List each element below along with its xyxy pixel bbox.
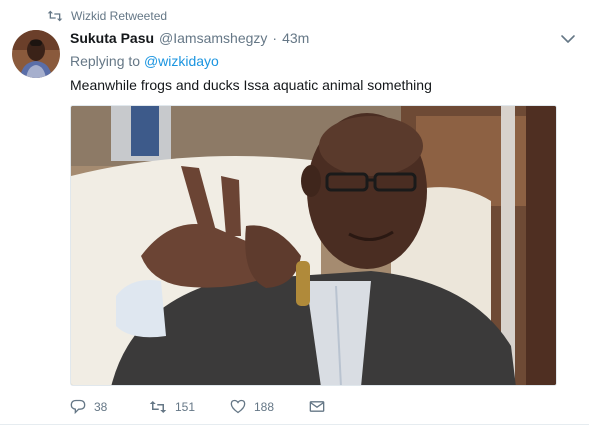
like-count: 188 — [254, 399, 275, 414]
retweet-count: 151 — [175, 399, 196, 414]
author-name[interactable]: Sukuta Pasu — [70, 30, 154, 46]
author-handle[interactable]: @Iamsamshegzy — [159, 30, 267, 46]
tweet-divider — [0, 424, 589, 425]
tweet-text: Meanwhile frogs and ducks Issa aquatic a… — [70, 77, 432, 93]
avatar[interactable] — [12, 30, 60, 78]
timestamp[interactable]: 43m — [282, 30, 309, 46]
retweet-icon — [47, 10, 63, 22]
reply-count: 38 — [94, 399, 108, 414]
tweet-header: Sukuta Pasu @Iamsamshegzy · 43m — [70, 30, 309, 46]
tweet-card[interactable]: Wizkid Retweeted Sukuta Pasu @Iamsamsheg… — [0, 0, 589, 426]
reply-prefix: Replying to — [70, 53, 141, 69]
tweet-actions: 38 151 188 — [70, 399, 325, 414]
separator-dot: · — [272, 30, 278, 46]
reply-icon — [70, 399, 86, 414]
retweet-context-label[interactable]: Wizkid Retweeted — [71, 9, 167, 23]
like-button[interactable]: 188 — [230, 399, 309, 414]
retweet-icon — [149, 400, 167, 413]
envelope-icon — [309, 401, 325, 412]
heart-icon — [230, 399, 246, 414]
tweet-media-photo[interactable] — [70, 105, 557, 386]
reply-button[interactable]: 38 — [70, 399, 149, 414]
retweet-button[interactable]: 151 — [149, 400, 230, 414]
reply-context: Replying to @wizkidayo — [70, 53, 219, 69]
reply-target-link[interactable]: @wizkidayo — [144, 53, 219, 69]
retweet-context: Wizkid Retweeted — [47, 9, 167, 23]
direct-message-button[interactable] — [309, 400, 325, 413]
chevron-down-icon[interactable] — [560, 32, 576, 46]
